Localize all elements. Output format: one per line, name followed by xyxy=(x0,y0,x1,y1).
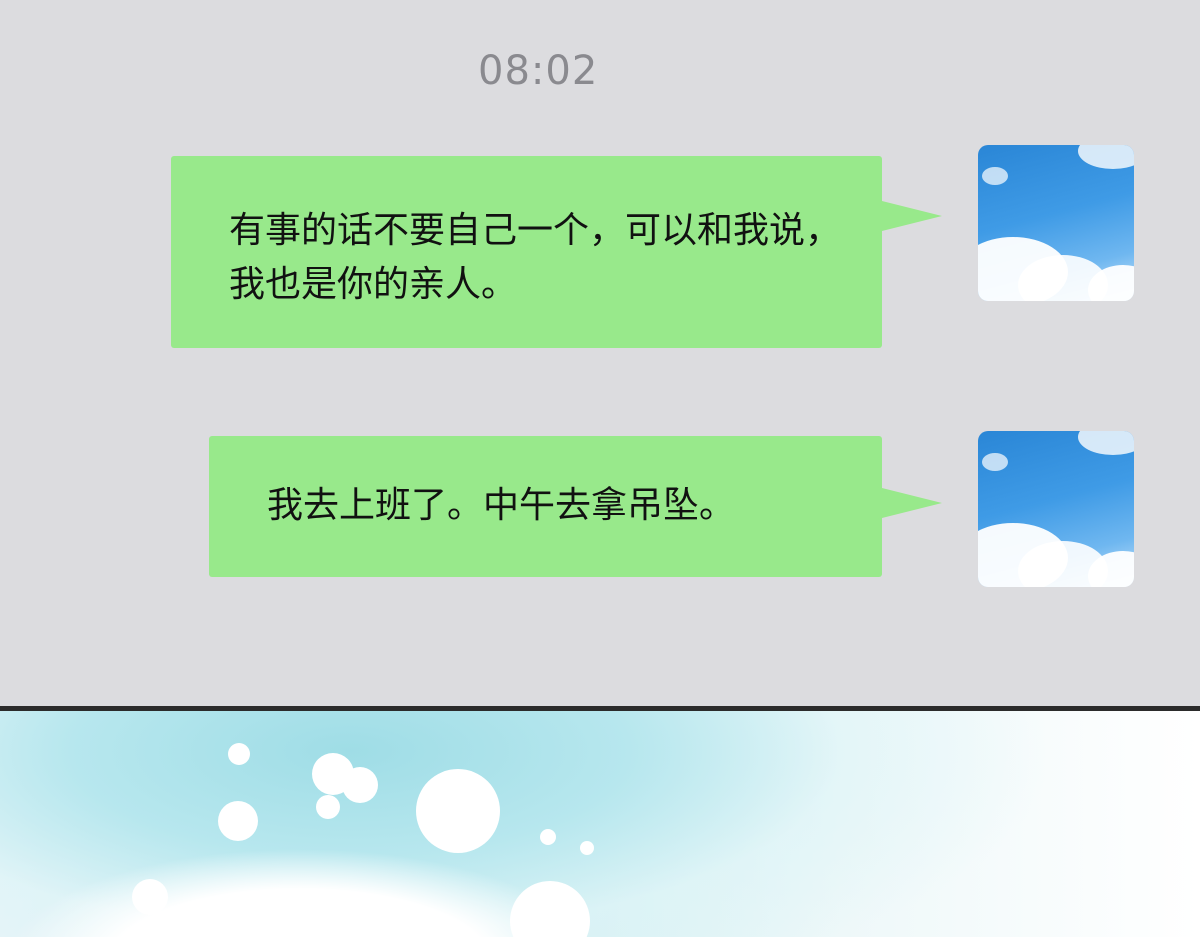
chat-panel: 08:02 有事的话不要自己一个，可以和我说，我也是你的亲人。 我去上班了。中午… xyxy=(0,0,1200,708)
cloud-shape xyxy=(982,167,1008,185)
sender-avatar[interactable] xyxy=(978,431,1134,587)
bokeh-spot xyxy=(228,743,250,765)
bokeh-spot xyxy=(580,841,594,855)
bokeh-spot xyxy=(540,829,556,845)
timestamp: 08:02 xyxy=(478,48,599,94)
message-bubble[interactable]: 有事的话不要自己一个，可以和我说，我也是你的亲人。 xyxy=(171,156,942,348)
illustration-panel xyxy=(0,711,1200,937)
cloud-shape xyxy=(982,453,1008,471)
bokeh-spot xyxy=(510,881,590,937)
message-text: 有事的话不要自己一个，可以和我说，我也是你的亲人。 xyxy=(229,210,842,305)
bokeh-spot xyxy=(316,795,340,819)
bokeh-spot xyxy=(416,769,500,853)
message-bubble[interactable]: 我去上班了。中午去拿吊坠。 xyxy=(209,436,942,577)
sender-avatar[interactable] xyxy=(978,145,1134,301)
cloud-shape xyxy=(1078,431,1134,455)
cloud-shape xyxy=(1078,145,1134,169)
message-text: 我去上班了。中午去拿吊坠。 xyxy=(267,485,736,526)
bokeh-spot xyxy=(132,879,168,915)
bokeh-spot xyxy=(218,801,258,841)
bokeh-spot xyxy=(342,767,378,803)
